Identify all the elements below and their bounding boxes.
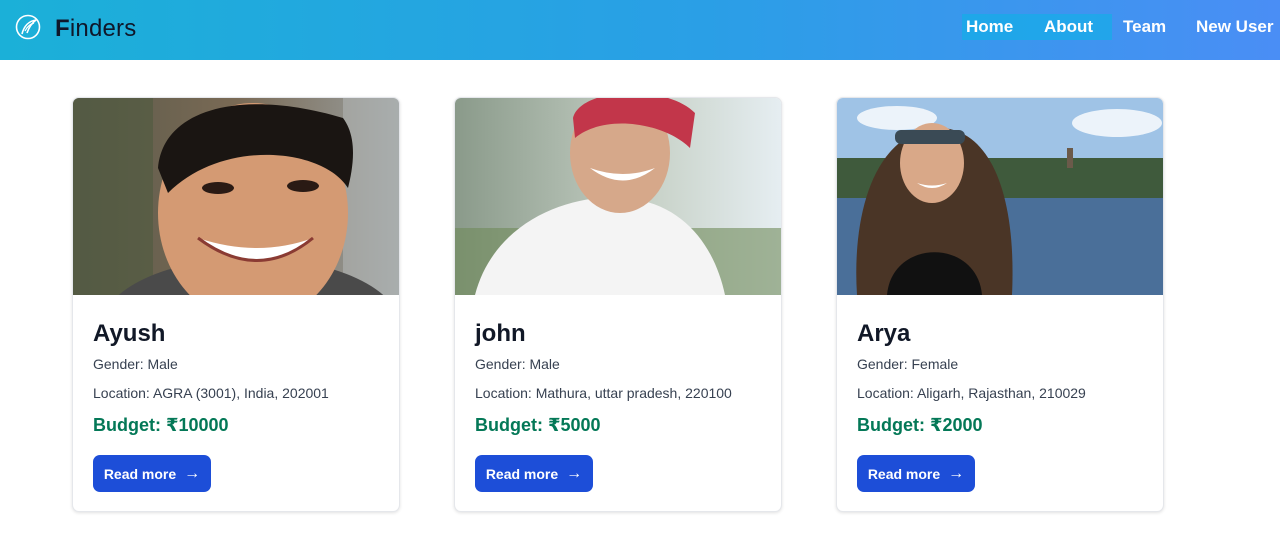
profile-photo <box>455 98 781 295</box>
read-more-button[interactable]: Read more → <box>857 455 975 492</box>
top-navbar: Finders Home About Team New User <box>0 0 1280 60</box>
profile-photo <box>837 98 1163 295</box>
nav-about[interactable]: About <box>1044 17 1093 37</box>
brand-rest: inders <box>69 15 137 42</box>
read-more-label: Read more <box>485 465 559 482</box>
profile-budget: Budget: ₹5000 <box>475 415 601 435</box>
profile-location: Location: Mathura, uttar pradesh, 220100 <box>475 385 732 401</box>
profile-gender: Gender: Male <box>93 356 178 372</box>
profile-card: john Gender: Male Location: Mathura, utt… <box>454 97 782 512</box>
feather-circle-icon[interactable] <box>15 14 41 40</box>
arrow-right-icon: → <box>566 464 583 482</box>
brand-logo-text[interactable]: Finders <box>55 15 136 43</box>
profile-card: Arya Gender: Female Location: Aligarh, R… <box>836 97 1164 512</box>
profile-location: Location: AGRA (3001), India, 202001 <box>93 385 329 401</box>
profile-name: Arya <box>857 320 911 347</box>
profile-name: Ayush <box>93 320 166 347</box>
read-more-label: Read more <box>867 465 941 482</box>
arrow-right-icon: → <box>184 464 201 482</box>
nav-team[interactable]: Team <box>1123 17 1166 37</box>
brand-initial: F <box>55 15 70 42</box>
profile-budget: Budget: ₹2000 <box>857 415 983 435</box>
profile-gender: Gender: Female <box>857 356 959 372</box>
read-more-button[interactable]: Read more → <box>93 455 211 492</box>
read-more-button[interactable]: Read more → <box>475 455 593 492</box>
profile-location: Location: Aligarh, Rajasthan, 210029 <box>857 385 1086 401</box>
profile-name: john <box>475 320 526 347</box>
arrow-right-icon: → <box>948 464 965 482</box>
nav-home[interactable]: Home <box>966 17 1013 37</box>
profile-budget: Budget: ₹10000 <box>93 415 229 435</box>
profile-gender: Gender: Male <box>475 356 560 372</box>
read-more-label: Read more <box>103 465 177 482</box>
nav-new-user[interactable]: New User <box>1196 17 1273 37</box>
profile-photo <box>73 98 399 295</box>
profile-card: Ayush Gender: Male Location: AGRA (3001)… <box>72 97 400 512</box>
